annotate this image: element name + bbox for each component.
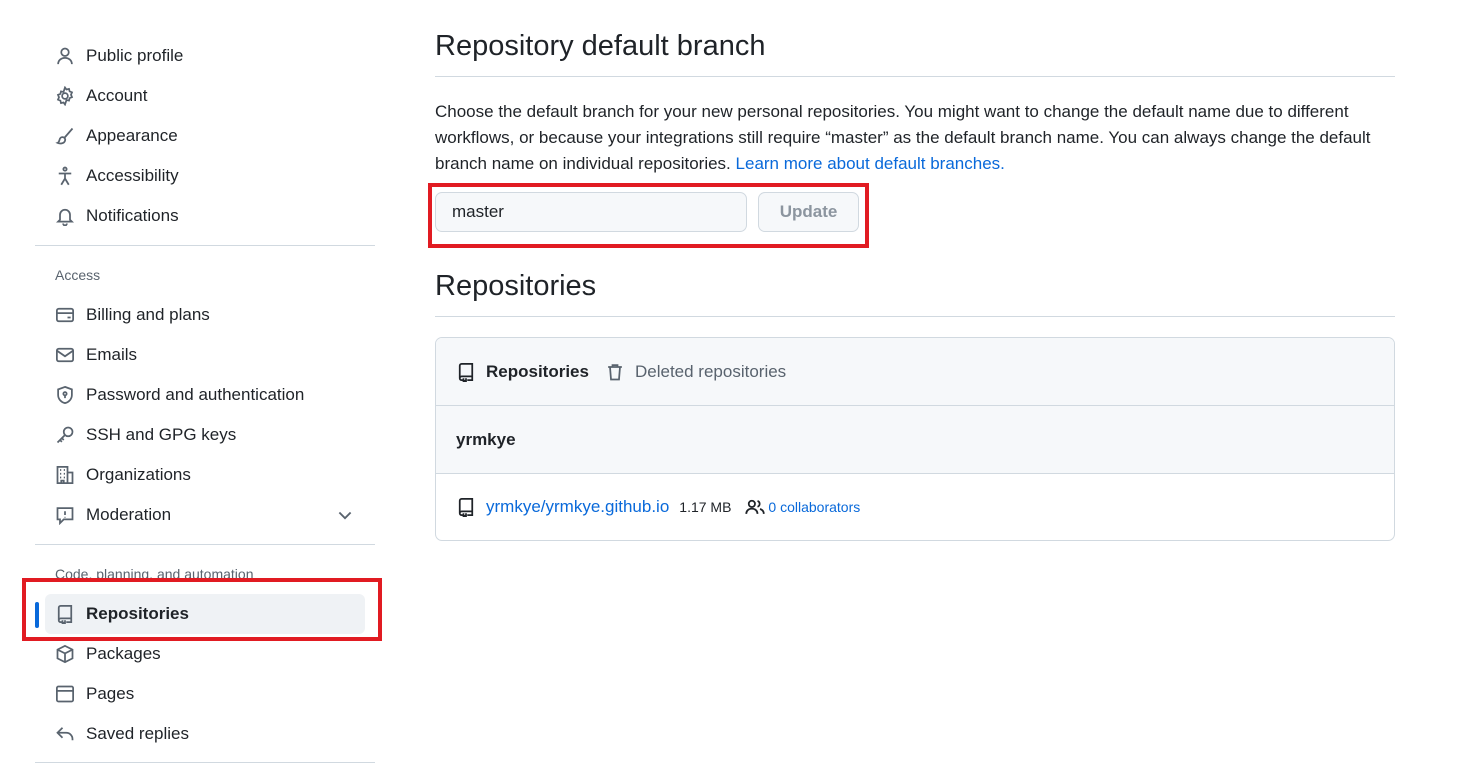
sidebar-divider (35, 762, 375, 763)
reply-icon (55, 724, 75, 744)
sidebar-item-label: Saved replies (86, 724, 190, 743)
paintbrush-icon (55, 126, 75, 146)
gear-icon (55, 86, 75, 106)
mail-icon (55, 345, 75, 365)
sidebar-item-label: Packages (86, 644, 161, 663)
learn-more-link[interactable]: Learn more about default branches. (736, 154, 1005, 173)
tab-label: Repositories (486, 361, 589, 381)
sidebar-divider (35, 245, 375, 246)
browser-icon (55, 684, 75, 704)
key-icon (55, 425, 75, 445)
repositories-box: Repositories Deleted repositories yrmkye… (435, 337, 1395, 541)
people-icon (745, 497, 766, 517)
sidebar-item-saved-replies[interactable]: Saved replies (35, 714, 375, 754)
sidebar-item-moderation[interactable]: Moderation (35, 495, 375, 535)
credit-card-icon (55, 305, 75, 325)
person-icon (55, 46, 75, 66)
collaborators-link[interactable]: 0 collaborators (768, 499, 860, 515)
highlight-box-repositories-nav (22, 578, 382, 641)
sidebar-item-emails[interactable]: Emails (35, 335, 375, 375)
sidebar-item-label: SSH and GPG keys (86, 425, 237, 444)
tab-label: Deleted repositories (634, 361, 787, 381)
sidebar-heading-access: Access (55, 267, 101, 283)
repo-icon (456, 497, 476, 519)
trash-icon (605, 362, 625, 382)
sidebar-item-label: Moderation (86, 505, 172, 524)
settings-sidebar: Public profile Account Appearance Access… (35, 36, 375, 768)
report-icon (55, 505, 75, 525)
sidebar-item-label: Pages (86, 684, 135, 703)
sidebar-item-label: Organizations (86, 465, 191, 484)
package-icon (55, 644, 75, 664)
sidebar-item-accessibility[interactable]: Accessibility (35, 156, 375, 196)
repo-icon (456, 362, 476, 384)
sidebar-item-label: Notifications (86, 206, 179, 225)
bell-icon (55, 206, 75, 226)
sidebar-item-pages[interactable]: Pages (35, 674, 375, 714)
sidebar-item-label: Billing and plans (86, 305, 210, 324)
sidebar-item-label: Accessibility (86, 166, 179, 185)
repo-link[interactable]: yrmkye/yrmkye.github.io (486, 497, 669, 517)
settings-page: Public profile Account Appearance Access… (0, 0, 1475, 768)
main-content: Repository default branch Choose the def… (435, 30, 1395, 541)
sidebar-item-label: Emails (86, 345, 138, 364)
sidebar-item-organizations[interactable]: Organizations (35, 455, 375, 495)
repositories-tabs: Repositories Deleted repositories (436, 338, 1394, 406)
tab-repositories[interactable]: Repositories (456, 361, 589, 384)
sidebar-divider (35, 544, 375, 545)
organization-icon (55, 465, 75, 485)
sidebar-item-appearance[interactable]: Appearance (35, 116, 375, 156)
sidebar-item-label: Public profile (86, 46, 184, 65)
chevron-down-icon[interactable] (335, 505, 355, 525)
sidebar-item-public-profile[interactable]: Public profile (35, 36, 375, 76)
repo-size: 1.17 MB (679, 499, 732, 515)
sidebar-item-notifications[interactable]: Notifications (35, 196, 375, 236)
tab-deleted-repositories[interactable]: Deleted repositories (605, 362, 786, 382)
default-branch-description: Choose the default branch for your new p… (435, 99, 1395, 177)
repositories-title: Repositories (435, 270, 1395, 317)
highlight-box-branch-form (428, 183, 869, 248)
sidebar-item-label: Password and authentication (86, 385, 305, 404)
sidebar-item-account[interactable]: Account (35, 76, 375, 116)
sidebar-item-label: Account (86, 86, 148, 105)
accessibility-icon (55, 166, 75, 186)
sidebar-item-billing[interactable]: Billing and plans (35, 295, 375, 335)
repo-owner-row: yrmkye (436, 406, 1394, 474)
repo-row: yrmkye/yrmkye.github.io 1.17 MB 0 collab… (436, 474, 1394, 540)
sidebar-item-ssh-gpg-keys[interactable]: SSH and GPG keys (35, 415, 375, 455)
sidebar-item-password[interactable]: Password and authentication (35, 375, 375, 415)
shield-lock-icon (55, 385, 75, 405)
default-branch-title: Repository default branch (435, 30, 1395, 77)
sidebar-item-label: Appearance (86, 126, 178, 145)
